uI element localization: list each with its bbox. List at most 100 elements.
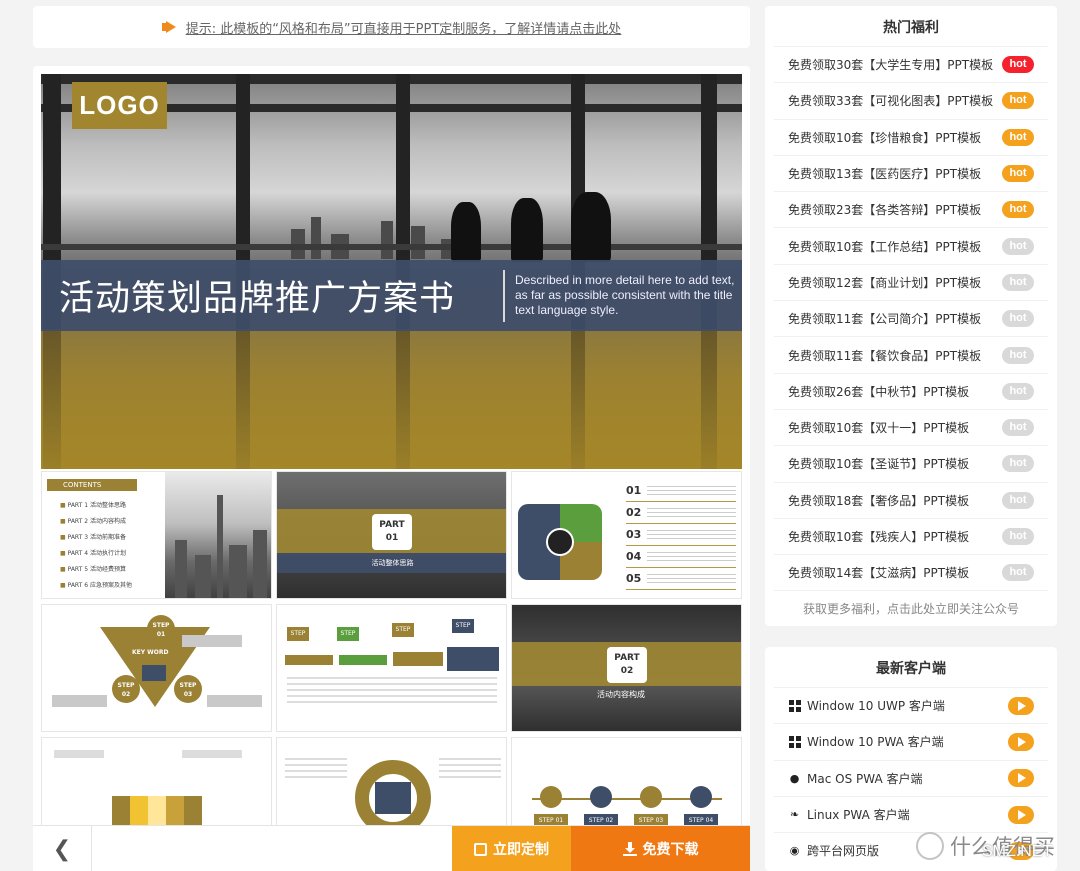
- contents-item: PART 3 活动前期准备: [60, 530, 132, 546]
- hot-badge: hot: [1002, 382, 1034, 400]
- perk-label: 免费领取13套【医药医疗】PPT模板: [788, 167, 982, 182]
- site-watermark: 什么值得买 SMZ.NET: [916, 826, 1076, 866]
- hot-badge: hot: [1002, 310, 1034, 328]
- perk-label: 免费领取26套【中秋节】PPT模板: [788, 384, 970, 399]
- megaphone-icon: [161, 21, 176, 33]
- watermark-logo-icon: [916, 832, 944, 860]
- notice-bar[interactable]: 提示: 此模板的“风格和布局”可直接用于PPT定制服务，了解详情请点击此处: [33, 6, 750, 48]
- contents-item: PART 1 活动整体思路: [60, 498, 132, 514]
- perk-item[interactable]: 免费领取30套【大学生专用】PPT模板 hot: [774, 46, 1048, 82]
- perk-item[interactable]: 免费领取13套【医药医疗】PPT模板 hot: [774, 154, 1048, 191]
- slide-title: 活动策划品牌推广方案书: [59, 279, 456, 319]
- title-banner: 活动策划品牌推广方案书 Described in more detail her…: [41, 260, 742, 331]
- perk-item[interactable]: 免费领取18套【奢侈品】PPT模板 hot: [774, 481, 1048, 518]
- contents-heading: CONTENTS: [47, 479, 137, 491]
- cover-slide: LOGO 活动策划品牌推广方案书 Described in more detai…: [41, 74, 742, 469]
- download-icon: [622, 842, 637, 856]
- hot-badge: hot: [1002, 564, 1034, 582]
- thumb-part-01[interactable]: 活动整体思路 PART 01: [276, 471, 507, 599]
- perk-label: 免费领取10套【双十一】PPT模板: [788, 421, 970, 436]
- perk-label: 免费领取18套【奢侈品】PPT模板: [788, 493, 970, 508]
- client-item[interactable]: ● Mac OS PWA 客户端: [774, 759, 1048, 796]
- edit-icon: [474, 842, 487, 856]
- contents-list: PART 1 活动整体思路 PART 2 活动内容构成 PART 3 活动前期准…: [60, 498, 132, 594]
- step-circle: STEP 01: [147, 615, 175, 643]
- contents-item: PART 4 活动执行计划: [60, 546, 132, 562]
- perk-item[interactable]: 免费领取10套【残疾人】PPT模板 hot: [774, 517, 1048, 554]
- perk-label: 免费领取10套【残疾人】PPT模板: [788, 530, 970, 544]
- part-01-caption: 活动整体思路: [277, 553, 506, 573]
- play-icon[interactable]: [1008, 805, 1034, 824]
- hot-badge: hot: [1002, 455, 1034, 473]
- keyword-label: KEY WORD: [132, 649, 169, 656]
- step-circle: STEP 03: [174, 675, 202, 703]
- perk-item[interactable]: 免费领取14套【艾滋病】PPT模板 hot: [774, 554, 1048, 590]
- numbered-list: 01 02 03 04 05: [626, 480, 736, 590]
- client-label: Mac OS PWA 客户端: [807, 771, 923, 786]
- chevron-left-icon: ❮: [52, 836, 72, 862]
- thumb-contents[interactable]: CONTENTS PART 1 活动整体思路 PART 2 活动内容构成 PAR…: [41, 471, 272, 599]
- back-button[interactable]: ❮: [33, 826, 92, 871]
- perk-item[interactable]: 免费领取26套【中秋节】PPT模板 hot: [774, 372, 1048, 409]
- part-02-badge: PART 02: [607, 647, 647, 683]
- icon-quad-graphic: [518, 504, 602, 580]
- contents-item: PART 6 应急预案及其他: [60, 578, 132, 594]
- client-label: Window 10 PWA 客户端: [807, 735, 944, 750]
- part-01-badge: PART 01: [372, 514, 412, 550]
- slide-description: Described in more detail here to add tex…: [515, 273, 735, 317]
- hot-badge: hot: [1002, 419, 1034, 437]
- thumb-keyword-triangle[interactable]: KEY WORD STEP 01 STEP 02 STEP 03: [41, 604, 272, 732]
- hot-badge: hot: [1002, 56, 1034, 74]
- play-icon[interactable]: [1008, 696, 1034, 715]
- hot-badge: hot: [1002, 528, 1034, 545]
- thumb-part-02[interactable]: PART 02 活动内容构成: [511, 604, 742, 732]
- download-label: 免费下载: [642, 842, 699, 858]
- thumb-numbered-list[interactable]: 01 02 03 04 05: [511, 471, 742, 599]
- contents-item: PART 5 活动经费预算: [60, 562, 132, 578]
- client-label: Window 10 UWP 客户端: [807, 699, 945, 714]
- template-preview: LOGO 活动策划品牌推广方案书 Described in more detai…: [33, 66, 750, 871]
- custom-order-button[interactable]: 立即定制: [452, 826, 571, 871]
- hot-badge: hot: [1002, 128, 1034, 146]
- action-bar: ❮ 立即定制 免费下载: [33, 825, 750, 871]
- hot-perks-title: 热门福利: [883, 20, 939, 36]
- windows-icon: [788, 735, 801, 748]
- perk-label: 免费领取23套【各类答辩】PPT模板: [788, 203, 982, 218]
- perk-item[interactable]: 免费领取11套【餐饮食品】PPT模板 hot: [774, 336, 1048, 372]
- perk-label: 免费领取10套【珍惜粮食】PPT模板: [788, 130, 982, 145]
- hot-badge: hot: [1002, 491, 1034, 509]
- perk-item[interactable]: 免费领取12套【商业计划】PPT模板 hot: [774, 263, 1048, 300]
- hot-badge: hot: [1002, 273, 1034, 291]
- contents-item: PART 2 活动内容构成: [60, 514, 132, 530]
- perk-item[interactable]: 免费领取10套【双十一】PPT模板 hot: [774, 408, 1048, 445]
- follow-account-link[interactable]: 获取更多福利，点击此处立即关注公众号: [774, 590, 1048, 626]
- perk-item[interactable]: 免费领取10套【圣诞节】PPT模板 hot: [774, 445, 1048, 481]
- notice-link[interactable]: 提示: 此模板的“风格和布局”可直接用于PPT定制服务，了解详情请点击此处: [186, 18, 622, 37]
- part-02-caption: 活动内容构成: [597, 690, 645, 699]
- perk-item[interactable]: 免费领取10套【珍惜粮食】PPT模板 hot: [774, 118, 1048, 155]
- clients-title: 最新客户端: [876, 661, 946, 677]
- perk-label: 免费领取10套【工作总结】PPT模板: [788, 239, 982, 254]
- perk-label: 免费领取33套【可视化图表】PPT模板: [788, 94, 994, 109]
- perk-label: 免费领取12套【商业计划】PPT模板: [788, 275, 982, 290]
- perk-label: 免费领取14套【艾滋病】PPT模板: [788, 566, 970, 581]
- perk-label: 免费领取30套【大学生专用】PPT模板: [788, 58, 994, 73]
- perk-item[interactable]: 免费领取10套【工作总结】PPT模板 hot: [774, 227, 1048, 263]
- perk-list: 免费领取30套【大学生专用】PPT模板 hot 免费领取33套【可视化图表】PPT模…: [765, 46, 1057, 590]
- linux-icon: ❧: [789, 808, 800, 822]
- client-item[interactable]: Window 10 PWA 客户端: [774, 723, 1048, 759]
- play-icon[interactable]: [1008, 732, 1034, 751]
- hot-badge: hot: [1002, 165, 1034, 183]
- globe-icon: ◉: [789, 844, 800, 858]
- logo-placeholder: LOGO: [72, 82, 167, 129]
- custom-order-label: 立即定制: [493, 842, 549, 858]
- hot-badge: hot: [1002, 237, 1034, 255]
- perk-item[interactable]: 免费领取33套【可视化图表】PPT模板 hot: [774, 82, 1048, 118]
- client-item[interactable]: Window 10 UWP 客户端: [774, 687, 1048, 723]
- perk-item[interactable]: 免费领取23套【各类答辩】PPT模板 hot: [774, 191, 1048, 227]
- thumb-step-columns[interactable]: STEP 01 STEP 02 STEP 03 STEP 04: [276, 604, 507, 732]
- free-download-button[interactable]: 免费下载: [571, 826, 750, 871]
- perk-label: 免费领取11套【餐饮食品】PPT模板: [788, 348, 982, 363]
- play-icon[interactable]: [1008, 769, 1034, 788]
- perk-item[interactable]: 免费领取11套【公司简介】PPT模板 hot: [774, 300, 1048, 336]
